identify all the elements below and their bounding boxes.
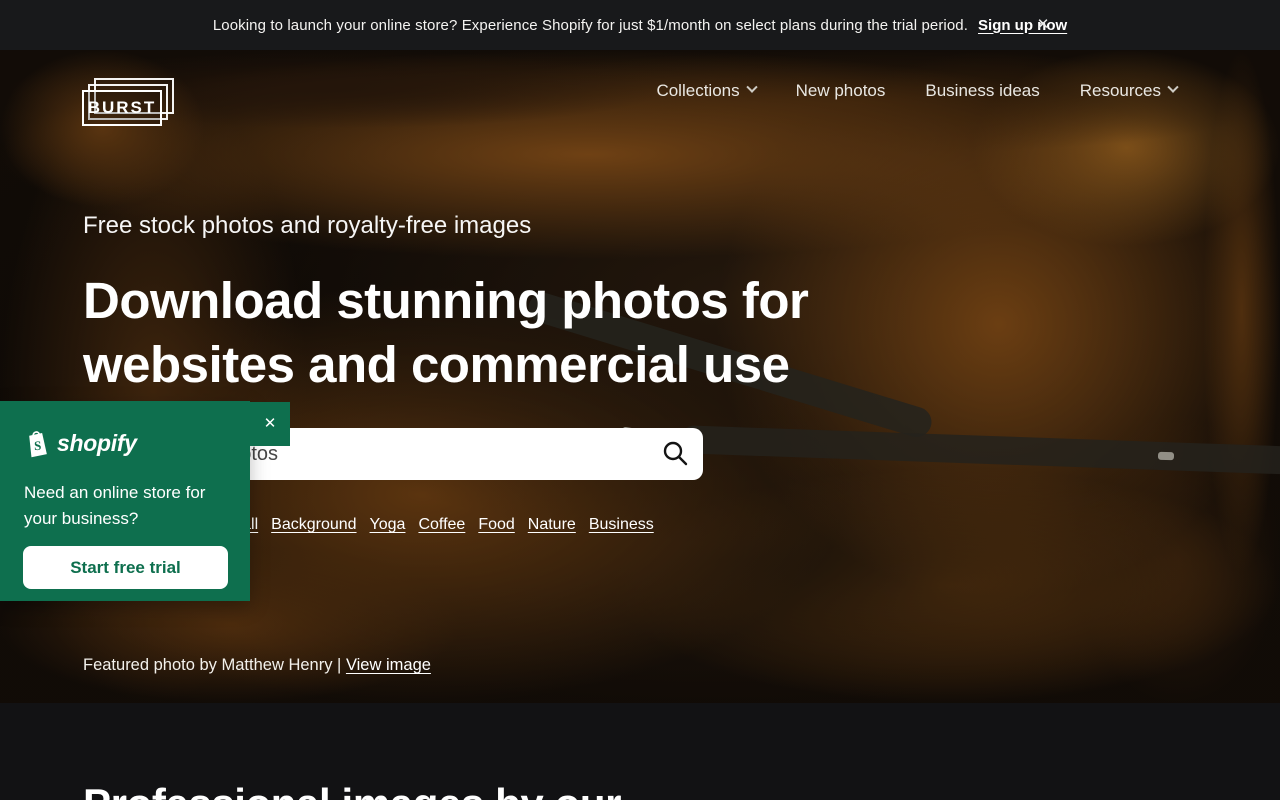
trending-link-nature[interactable]: Nature: [528, 516, 576, 534]
promo-banner-text: Looking to launch your online store? Exp…: [213, 17, 968, 34]
logo-wordmark: BURST: [88, 98, 157, 118]
trending-link-food[interactable]: Food: [478, 516, 514, 534]
car-on-road: [1158, 452, 1174, 461]
page: Looking to launch your online store? Exp…: [0, 0, 1280, 800]
below-fold-section: Professional images by our community: [0, 703, 1280, 800]
start-free-trial-button[interactable]: Start free trial: [23, 546, 228, 589]
nav-business-ideas[interactable]: Business ideas: [925, 81, 1039, 101]
forest-road: [680, 425, 1280, 475]
logo-front-frame: BURST: [82, 90, 162, 126]
chevron-down-icon: [746, 81, 757, 92]
trending-link-coffee[interactable]: Coffee: [418, 516, 465, 534]
search-button[interactable]: [659, 438, 691, 470]
nav-resources[interactable]: Resources: [1080, 81, 1177, 101]
featured-photo-credit: Featured photo by Matthew Henry | View i…: [83, 656, 431, 675]
shopify-logo: S shopify: [24, 428, 137, 458]
main-nav: Collections New photos Business ideas Re…: [656, 81, 1177, 101]
nav-new-photos[interactable]: New photos: [796, 81, 886, 101]
shopify-bag-icon: S: [24, 428, 50, 458]
shopify-wordmark: shopify: [57, 430, 137, 457]
section-heading: Professional images by our community: [83, 778, 643, 800]
trending-link-background[interactable]: Background: [271, 516, 356, 534]
popup-message: Need an online store for your business?: [24, 480, 224, 532]
nav-label: Resources: [1080, 81, 1161, 101]
popup-close-icon[interactable]: ✕: [250, 402, 290, 446]
burst-logo[interactable]: BURST: [82, 78, 176, 126]
chevron-down-icon: [1167, 81, 1178, 92]
view-image-link[interactable]: View image: [346, 656, 431, 674]
search-icon: [661, 439, 689, 467]
svg-text:S: S: [34, 438, 42, 453]
hero-title: Download stunning photos for websites an…: [83, 269, 863, 397]
shopify-popup: ✕ S shopify Need an online store for you…: [0, 401, 250, 601]
trending-link-business[interactable]: Business: [589, 516, 654, 534]
banner-close-icon[interactable]: ✕: [1030, 12, 1056, 38]
promo-banner: Looking to launch your online store? Exp…: [0, 0, 1280, 50]
credit-text: Featured photo by Matthew Henry |: [83, 656, 341, 674]
hero-eyebrow: Free stock photos and royalty-free image…: [83, 212, 531, 240]
nav-collections[interactable]: Collections: [656, 81, 755, 101]
nav-label: Business ideas: [925, 81, 1039, 101]
nav-label: New photos: [796, 81, 886, 101]
site-header: BURST Collections New photos Business id…: [0, 50, 1280, 170]
nav-label: Collections: [656, 81, 739, 101]
trending-link-yoga[interactable]: Yoga: [370, 516, 406, 534]
